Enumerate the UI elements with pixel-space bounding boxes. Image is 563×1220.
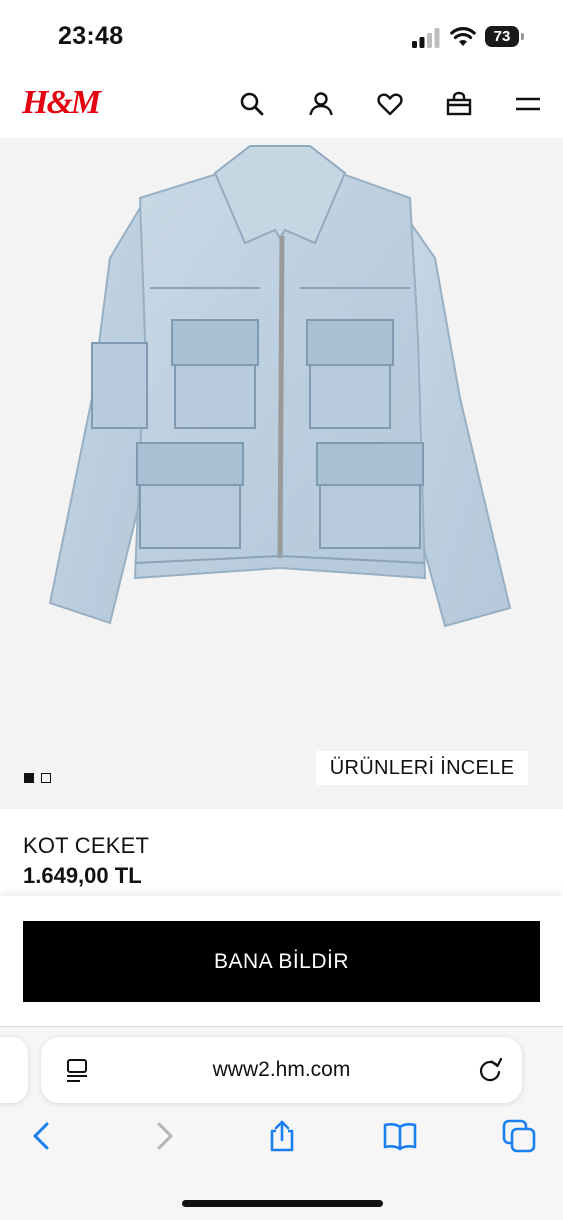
share-icon[interactable]	[265, 1119, 299, 1153]
browser-toolbar: www2.hm.com	[0, 1026, 563, 1220]
battery-tip	[521, 33, 524, 40]
back-icon[interactable]	[25, 1119, 59, 1153]
address-bar[interactable]: www2.hm.com	[41, 1037, 522, 1103]
battery-level: 73	[485, 26, 519, 47]
previous-tab-preview[interactable]	[0, 1037, 28, 1103]
status-time: 23:48	[58, 22, 124, 50]
reload-icon[interactable]	[477, 1056, 503, 1084]
favorites-icon[interactable]	[376, 90, 404, 118]
inspect-products-button[interactable]: ÜRÜNLERİ İNCELE	[316, 751, 528, 785]
product-name: KOT CEKET	[23, 833, 150, 858]
notify-me-button[interactable]: BANA BİLDİR	[23, 921, 540, 1002]
bookmarks-icon[interactable]	[383, 1119, 417, 1153]
image-pager[interactable]	[24, 770, 58, 788]
shopping-bag-icon[interactable]	[445, 90, 473, 118]
cellular-signal-icon	[412, 28, 440, 48]
status-bar: 23:48 73	[0, 0, 563, 72]
search-icon[interactable]	[238, 90, 266, 118]
cta-panel: BANA BİLDİR	[0, 896, 563, 1026]
product-price: 1.649,00 TL	[23, 863, 142, 888]
home-indicator[interactable]	[182, 1200, 383, 1207]
site-header: H&M	[0, 72, 563, 138]
forward-icon[interactable]	[147, 1119, 181, 1153]
product-image-gallery[interactable]: ÜRÜNLERİ İNCELE	[0, 138, 563, 809]
pager-dot-active[interactable]	[24, 773, 34, 783]
tabs-icon[interactable]	[502, 1119, 536, 1153]
menu-icon[interactable]	[514, 90, 542, 118]
hm-logo[interactable]: H&M	[22, 84, 101, 122]
account-icon[interactable]	[307, 90, 335, 118]
pager-dot[interactable]	[41, 773, 51, 783]
url-text: www2.hm.com	[212, 1058, 351, 1081]
wifi-icon	[450, 27, 476, 46]
battery-indicator: 73	[485, 26, 525, 48]
denim-jacket-image	[48, 145, 512, 628]
